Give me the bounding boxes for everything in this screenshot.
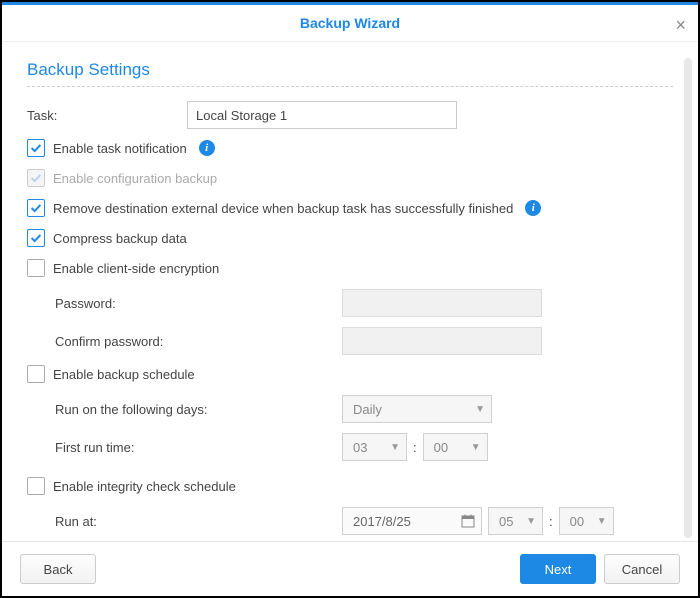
remove-device-checkbox[interactable] (27, 199, 45, 217)
integrity-minute-value: 00 (570, 514, 584, 529)
date-value: 2017/8/25 (353, 514, 411, 529)
first-run-label: First run time: (27, 440, 342, 455)
hour-value: 03 (353, 440, 367, 455)
integrity-label: Enable integrity check schedule (53, 479, 236, 494)
remove-device-row: Remove destination external device when … (27, 199, 673, 217)
compress-label: Compress backup data (53, 231, 187, 246)
task-label: Task: (27, 108, 187, 123)
compress-checkbox[interactable] (27, 229, 45, 247)
days-row: Run on the following days: Daily ▼ (27, 395, 673, 423)
window-title: Backup Wizard (300, 15, 400, 31)
minute-value: 00 (434, 440, 448, 455)
confirm-password-input[interactable] (342, 327, 542, 355)
integrity-hour-value: 05 (499, 514, 513, 529)
notification-row: Enable task notification i (27, 139, 673, 157)
first-run-row: First run time: 03 ▼ : 00 ▼ (27, 433, 673, 461)
chevron-down-icon: ▼ (471, 442, 481, 453)
footer: Back Next Cancel (2, 541, 698, 596)
time-separator: : (413, 440, 417, 455)
confirm-password-label: Confirm password: (27, 334, 342, 349)
section-title: Backup Settings (27, 60, 673, 87)
task-input[interactable] (187, 101, 457, 129)
notification-checkbox[interactable] (27, 139, 45, 157)
integrity-minute-select[interactable]: 00 ▼ (559, 507, 614, 535)
notification-label: Enable task notification (53, 141, 187, 156)
run-at-label: Run at: (27, 514, 342, 529)
hour-select[interactable]: 03 ▼ (342, 433, 407, 461)
confirm-password-row: Confirm password: (27, 327, 673, 355)
chevron-down-icon: ▼ (390, 442, 400, 453)
titlebar: Backup Wizard × (2, 2, 698, 42)
chevron-down-icon: ▼ (475, 404, 485, 415)
config-backup-checkbox (27, 169, 45, 187)
calendar-icon (461, 514, 475, 528)
remove-device-label: Remove destination external device when … (53, 201, 513, 216)
password-input[interactable] (342, 289, 542, 317)
days-value: Daily (353, 402, 382, 417)
chevron-down-icon: ▼ (526, 516, 536, 527)
scrollbar[interactable] (684, 58, 692, 538)
password-row: Password: (27, 289, 673, 317)
schedule-label: Enable backup schedule (53, 367, 195, 382)
schedule-checkbox[interactable] (27, 365, 45, 383)
time-separator: : (549, 514, 553, 529)
integrity-hour-select[interactable]: 05 ▼ (488, 507, 543, 535)
date-picker[interactable]: 2017/8/25 (342, 507, 482, 535)
task-row: Task: (27, 101, 673, 129)
encryption-label: Enable client-side encryption (53, 261, 219, 276)
days-select[interactable]: Daily ▼ (342, 395, 492, 423)
encryption-row: Enable client-side encryption (27, 259, 673, 277)
integrity-row: Enable integrity check schedule (27, 477, 673, 495)
config-backup-label: Enable configuration backup (53, 171, 217, 186)
next-button[interactable]: Next (520, 554, 596, 584)
minute-select[interactable]: 00 ▼ (423, 433, 488, 461)
content-area: Backup Settings Task: Enable task notifi… (2, 42, 698, 541)
days-label: Run on the following days: (27, 402, 342, 417)
password-label: Password: (27, 296, 342, 311)
chevron-down-icon: ▼ (597, 516, 607, 527)
cancel-button[interactable]: Cancel (604, 554, 680, 584)
config-backup-row: Enable configuration backup (27, 169, 673, 187)
info-icon[interactable]: i (199, 140, 215, 156)
integrity-checkbox[interactable] (27, 477, 45, 495)
compress-row: Compress backup data (27, 229, 673, 247)
back-button[interactable]: Back (20, 554, 96, 584)
close-icon[interactable]: × (675, 15, 686, 36)
run-at-row: Run at: 2017/8/25 05 ▼ : 00 ▼ (27, 507, 673, 535)
encryption-checkbox[interactable] (27, 259, 45, 277)
schedule-row: Enable backup schedule (27, 365, 673, 383)
info-icon[interactable]: i (525, 200, 541, 216)
